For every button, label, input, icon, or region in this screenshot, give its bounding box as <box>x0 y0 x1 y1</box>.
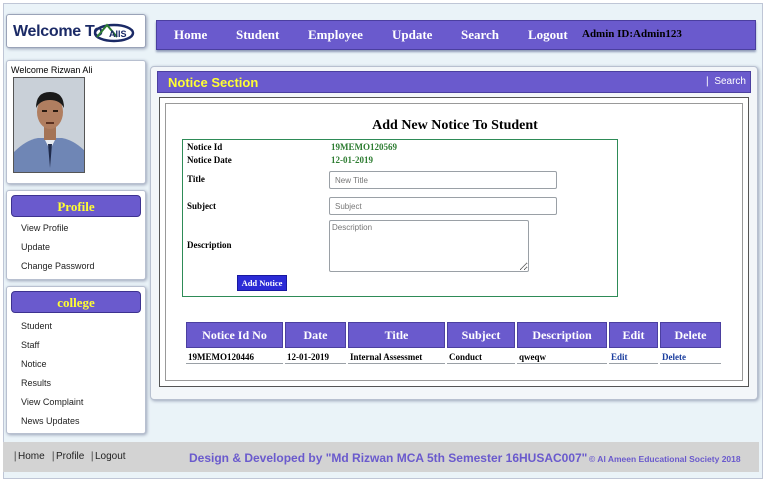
main-panel: Notice Section ❘ Search Add New Notice T… <box>150 66 758 400</box>
col-description: Description <box>517 322 607 348</box>
table-header-row: Notice Id No Date Title Subject Descript… <box>186 322 721 348</box>
col-date: Date <box>285 322 346 348</box>
college-notice-link[interactable]: Notice <box>21 359 47 369</box>
form-title: Add New Notice To Student <box>372 118 538 133</box>
cell-subject: Conduct <box>447 350 515 364</box>
footer-home-link[interactable]: Home <box>18 451 45 462</box>
footer-profile-link[interactable]: Profile <box>56 451 84 462</box>
notice-id-label: Notice Id <box>187 142 223 152</box>
nav-employee[interactable]: Employee <box>308 27 363 43</box>
section-title: Notice Section <box>168 75 259 90</box>
user-photo <box>13 77 85 173</box>
section-search-label: Search <box>714 76 746 87</box>
profile-heading: Profile <box>11 195 141 217</box>
top-nav: Home Student Employee Update Search Logo… <box>156 20 756 50</box>
notice-date-label: Notice Date <box>187 155 232 165</box>
admin-id: Admin ID:Admin123 <box>582 28 682 40</box>
footer-copyright: © Al Ameen Educational Society 2018 <box>589 454 741 464</box>
notice-table: Notice Id No Date Title Subject Descript… <box>184 320 723 366</box>
delete-link[interactable]: Delete <box>662 352 686 362</box>
section-header: Notice Section ❘ Search <box>157 71 751 93</box>
college-staff-link[interactable]: Staff <box>21 340 39 350</box>
col-delete: Delete <box>660 322 721 348</box>
description-label: Description <box>187 240 232 250</box>
college-menu: college Student Staff Notice Results Vie… <box>6 286 146 434</box>
subject-label: Subject <box>187 201 216 211</box>
add-notice-form: Notice Id 19MEMO120569 Notice Date 12-01… <box>182 139 618 297</box>
notice-container: Add New Notice To Student Notice Id 19ME… <box>159 97 749 387</box>
site-logo[interactable]: Welcome To AIIS <box>6 14 146 48</box>
nav-logout[interactable]: Logout <box>528 27 568 43</box>
cell-notice-id: 19MEMO120446 <box>186 350 283 364</box>
aiis-logo-icon: AIIS <box>93 23 135 43</box>
nav-search[interactable]: Search <box>461 27 499 43</box>
title-input[interactable] <box>329 171 557 189</box>
col-title: Title <box>348 322 445 348</box>
description-textarea[interactable] <box>329 220 529 272</box>
section-search-link[interactable]: ❘ Search <box>703 76 746 87</box>
college-news-link[interactable]: News Updates <box>21 416 80 426</box>
notice-id-value: 19MEMO120569 <box>331 142 397 152</box>
nav-student[interactable]: Student <box>236 27 279 43</box>
profile-menu: Profile View Profile Update Change Passw… <box>6 190 146 280</box>
college-student-link[interactable]: Student <box>21 321 52 331</box>
cell-date: 12-01-2019 <box>285 350 346 364</box>
notice-date-value: 12-01-2019 <box>331 155 373 165</box>
cell-edit: Edit <box>609 350 658 364</box>
footer: ❘ Home ❘ Profile ❘ Logout Design & Devel… <box>3 442 759 472</box>
svg-text:AIIS: AIIS <box>109 29 127 39</box>
nav-home[interactable]: Home <box>174 27 207 43</box>
col-notice-id: Notice Id No <box>186 322 283 348</box>
welcome-user: Welcome Rizwan Ali <box>11 65 93 75</box>
user-card: Welcome Rizwan Ali <box>6 60 146 184</box>
avatar-icon <box>14 78 84 172</box>
logo-text: Welcome To <box>13 23 103 40</box>
college-results-link[interactable]: Results <box>21 378 51 388</box>
change-password-link[interactable]: Change Password <box>21 261 95 271</box>
cell-title: Internal Assessmet <box>348 350 445 364</box>
col-subject: Subject <box>447 322 515 348</box>
title-label: Title <box>187 174 205 184</box>
nav-update[interactable]: Update <box>392 27 432 43</box>
update-profile-link[interactable]: Update <box>21 242 50 252</box>
subject-input[interactable] <box>329 197 557 215</box>
college-heading: college <box>11 291 141 313</box>
table-row: 19MEMO120446 12-01-2019 Internal Assessm… <box>186 350 721 364</box>
notice-inner: Add New Notice To Student Notice Id 19ME… <box>165 103 743 381</box>
footer-credit: Design & Developed by "Md Rizwan MCA 5th… <box>189 451 588 465</box>
cell-description: qweqw <box>517 350 607 364</box>
edit-link[interactable]: Edit <box>611 352 628 362</box>
cell-delete: Delete <box>660 350 721 364</box>
footer-logout-link[interactable]: Logout <box>95 451 126 462</box>
add-notice-button[interactable]: Add Notice <box>237 275 287 291</box>
col-edit: Edit <box>609 322 658 348</box>
view-profile-link[interactable]: View Profile <box>21 223 68 233</box>
college-complaint-link[interactable]: View Complaint <box>21 397 83 407</box>
